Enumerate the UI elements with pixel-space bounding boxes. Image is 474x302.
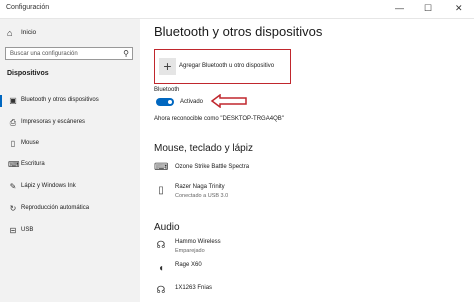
search-placeholder: Buscar una configuración bbox=[10, 50, 78, 57]
window-title: Configuración bbox=[6, 4, 50, 11]
mouse-icon: ▯ bbox=[10, 139, 16, 148]
bluetooth-devices-icon: ▣ bbox=[9, 96, 17, 105]
sidebar-item-label: Reproducción automática bbox=[21, 205, 90, 211]
device-name: Hammo Wireless bbox=[175, 239, 221, 245]
section-audio: Audio bbox=[154, 222, 180, 233]
sidebar-item-autoplay[interactable]: ↻ Reproducción automática bbox=[0, 201, 140, 217]
device-status: Conectado a USB 3.0 bbox=[175, 193, 229, 199]
sidebar-item-pen[interactable]: ✎ Lápiz y Windows Ink bbox=[0, 179, 140, 195]
sidebar-item-mouse[interactable]: ▯ Mouse bbox=[0, 136, 140, 152]
sidebar-item-printers[interactable]: ⎙ Impresoras y escáneres bbox=[0, 115, 140, 131]
sidebar-item-label: USB bbox=[21, 227, 34, 233]
title-bar: Configuración — ☐ ✕ bbox=[0, 0, 474, 19]
mouse-icon: ▯ bbox=[158, 185, 164, 196]
sidebar-section-title: Dispositivos bbox=[7, 70, 49, 77]
headset-icon: ☊ bbox=[156, 285, 166, 296]
sidebar-home[interactable]: ⌂ Inicio bbox=[7, 27, 137, 41]
sidebar-item-label: Impresoras y escáneres bbox=[21, 119, 86, 125]
keyboard-icon: ⌨ bbox=[154, 162, 169, 173]
maximize-button[interactable]: ☐ bbox=[424, 3, 432, 13]
sidebar-item-label: Lápiz y Windows Ink bbox=[21, 183, 76, 189]
selected-indicator bbox=[0, 95, 2, 107]
main-panel: Bluetooth y otros dispositivos + Agregar… bbox=[140, 19, 474, 302]
pen-icon: ✎ bbox=[9, 182, 17, 191]
sidebar-item-usb[interactable]: ⊟ USB bbox=[0, 223, 140, 239]
device-name: Ozone Strike Battle Spectra bbox=[175, 164, 250, 170]
page-title: Bluetooth y otros dispositivos bbox=[154, 24, 323, 39]
device-name: Rage X60 bbox=[175, 262, 202, 268]
toggle-state: Activado bbox=[180, 99, 204, 105]
search-icon: ⚲ bbox=[123, 49, 129, 58]
minimize-button[interactable]: — bbox=[395, 3, 404, 13]
speaker-icon: ◖ bbox=[157, 263, 165, 274]
device-name: Razer Naga Trinity bbox=[175, 184, 225, 190]
bluetooth-label: Bluetooth bbox=[154, 87, 180, 93]
usb-icon: ⊟ bbox=[9, 226, 17, 235]
toggle-knob bbox=[168, 100, 172, 104]
sidebar-item-label: Escritura bbox=[21, 161, 45, 167]
discoverable-text: Ahora reconocible como "DESKTOP-TRGA4QB" bbox=[154, 116, 284, 122]
sidebar-item-bluetooth[interactable]: ▣ Bluetooth y otros dispositivos bbox=[0, 93, 140, 109]
close-button[interactable]: ✕ bbox=[455, 3, 463, 13]
headset-icon: ☊ bbox=[156, 240, 166, 251]
arrow-annotation-icon bbox=[210, 94, 247, 108]
autoplay-icon: ↻ bbox=[9, 204, 17, 213]
sidebar: ⌂ Inicio Buscar una configuración ⚲ Disp… bbox=[0, 19, 140, 302]
home-label: Inicio bbox=[21, 29, 37, 36]
keyboard-icon: ⌨ bbox=[8, 160, 20, 169]
plus-icon: + bbox=[159, 58, 176, 75]
device-name: 1X1263 Fnias bbox=[175, 285, 213, 291]
sidebar-item-typing[interactable]: ⌨ Escritura bbox=[0, 157, 140, 173]
sidebar-item-label: Bluetooth y otros dispositivos bbox=[21, 97, 99, 103]
add-device-button[interactable]: + Agregar Bluetooth u otro dispositivo bbox=[154, 49, 291, 84]
bluetooth-toggle[interactable] bbox=[156, 98, 174, 106]
search-input[interactable]: Buscar una configuración ⚲ bbox=[5, 47, 133, 60]
home-icon: ⌂ bbox=[7, 28, 13, 38]
add-device-label: Agregar Bluetooth u otro dispositivo bbox=[179, 63, 275, 69]
sidebar-item-label: Mouse bbox=[21, 140, 40, 146]
device-status: Emparejado bbox=[175, 248, 205, 254]
printer-icon: ⎙ bbox=[9, 118, 17, 127]
section-input-devices: Mouse, teclado y lápiz bbox=[154, 143, 253, 154]
